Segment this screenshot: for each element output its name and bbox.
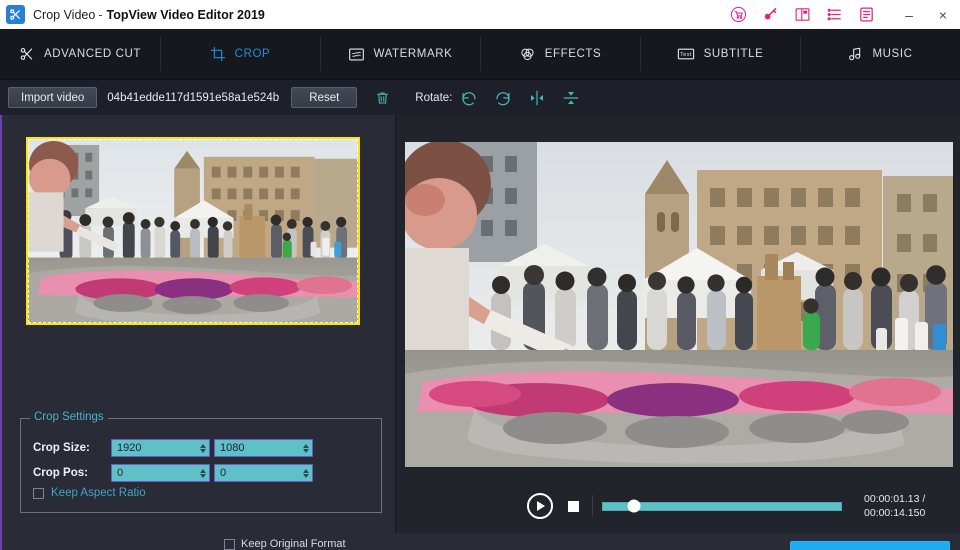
- crop-height-stepper[interactable]: [303, 440, 309, 456]
- crop-size-row: Crop Size: 1920 1080: [33, 439, 313, 457]
- tab-crop[interactable]: CROP: [160, 29, 320, 79]
- crop-icon: [210, 46, 226, 62]
- time-display: 00:00:01.13 / 00:00:14.150: [864, 492, 925, 520]
- crop-editor-panel: Crop Settings Crop Size: 1920 1080 Crop …: [0, 115, 396, 533]
- import-video-button[interactable]: Import video: [8, 87, 98, 108]
- tab-advanced-cut[interactable]: ADVANCED CUT: [0, 29, 160, 79]
- reset-button[interactable]: Reset: [291, 87, 358, 108]
- scissors-icon: [19, 46, 35, 62]
- video-frame-image: [405, 142, 953, 467]
- title-separator: -: [98, 7, 103, 22]
- tab-label: ADVANCED CUT: [43, 48, 142, 60]
- tab-subtitle[interactable]: Text SUBTITLE: [640, 29, 800, 79]
- minimize-button[interactable]: –: [892, 0, 926, 29]
- keep-aspect-ratio-label: Keep Aspect Ratio: [51, 487, 146, 499]
- key-icon[interactable]: [754, 0, 786, 29]
- crop-width-input[interactable]: 1920: [111, 439, 210, 457]
- keep-aspect-ratio-checkbox[interactable]: Keep Aspect Ratio: [33, 487, 146, 499]
- main-tab-bar: ADVANCED CUT CROP WATERMARK EFFECTS Text…: [0, 29, 960, 80]
- window-document-title: Crop Video: [33, 7, 96, 22]
- tab-label: EFFECTS: [544, 48, 602, 60]
- music-icon: [847, 46, 863, 62]
- tab-watermark[interactable]: WATERMARK: [320, 29, 480, 79]
- tab-label: WATERMARK: [373, 48, 453, 60]
- current-time: 00:00:01.13 /: [864, 493, 926, 505]
- crop-toolbar: Import video 04b41edde117d1591e58a1e524b…: [0, 80, 960, 115]
- crop-width-value: 1920: [117, 442, 142, 454]
- flip-vertical-icon[interactable]: [554, 85, 588, 111]
- tab-label: CROP: [234, 48, 271, 60]
- crop-height-value: 1080: [220, 442, 245, 454]
- title-bar-actions: – ×: [722, 0, 960, 29]
- rotate-left-icon[interactable]: [452, 85, 486, 111]
- play-icon[interactable]: [527, 493, 553, 519]
- crop-height-input[interactable]: 1080: [214, 439, 313, 457]
- svg-text:Text: Text: [680, 52, 692, 58]
- stop-icon[interactable]: [568, 500, 579, 512]
- list-icon[interactable]: [818, 0, 850, 29]
- rotate-right-icon[interactable]: [486, 85, 520, 111]
- crop-settings-group: Crop Settings Crop Size: 1920 1080 Crop …: [20, 411, 382, 513]
- thumbnail-image: [28, 139, 358, 323]
- tab-music[interactable]: MUSIC: [800, 29, 960, 79]
- crop-pos-y-input[interactable]: 0: [214, 464, 313, 482]
- crop-pos-x-input[interactable]: 0: [111, 464, 210, 482]
- keep-original-format-label: Keep Original Format: [241, 538, 346, 550]
- crop-pos-label: Crop Pos:: [33, 467, 88, 479]
- watermark-icon: [348, 47, 365, 62]
- control-divider: [592, 495, 593, 517]
- rotate-label: Rotate:: [415, 91, 453, 104]
- close-button[interactable]: ×: [926, 0, 960, 29]
- crop-position-row: Crop Pos: 0 0: [33, 464, 313, 482]
- keep-original-format-checkbox[interactable]: Keep Original Format: [224, 538, 346, 550]
- current-file-name: 04b41edde117d1591e58a1e524b: [107, 91, 280, 104]
- scissors-app-icon: [6, 5, 25, 24]
- crop-settings-legend: Crop Settings: [30, 411, 108, 423]
- subtitle-icon: Text: [677, 47, 695, 61]
- flip-horizontal-icon[interactable]: [520, 85, 554, 111]
- video-preview[interactable]: [405, 142, 953, 467]
- panel-layout-icon[interactable]: [786, 0, 818, 29]
- crop-pos-y-stepper[interactable]: [303, 465, 309, 481]
- application-window: Crop Video - TopView Video Editor 2019 –…: [0, 0, 960, 550]
- tab-label: MUSIC: [872, 48, 913, 60]
- seek-slider-handle[interactable]: [627, 499, 641, 513]
- video-preview-panel: 00:00:01.13 / 00:00:14.150: [397, 115, 960, 533]
- seek-slider[interactable]: [602, 499, 842, 513]
- checkbox-box[interactable]: [33, 487, 44, 499]
- bottom-bar: Keep Original Format: [0, 533, 960, 550]
- crop-size-label: Crop Size:: [33, 442, 90, 454]
- crop-width-stepper[interactable]: [200, 440, 206, 456]
- effects-icon: [519, 46, 536, 62]
- total-time: 00:00:14.150: [864, 507, 926, 519]
- tab-label: SUBTITLE: [703, 48, 764, 60]
- crop-preview-thumbnail[interactable]: [26, 137, 360, 325]
- crop-pos-x-value: 0: [117, 467, 124, 479]
- tab-effects[interactable]: EFFECTS: [480, 29, 640, 79]
- menu-document-icon[interactable]: [850, 0, 882, 29]
- application-name: TopView Video Editor 2019: [106, 7, 265, 22]
- trash-icon[interactable]: [371, 87, 393, 109]
- convert-button[interactable]: [790, 541, 950, 550]
- crop-pos-y-value: 0: [220, 467, 227, 479]
- title-bar: Crop Video - TopView Video Editor 2019 –…: [0, 0, 960, 29]
- crop-pos-x-stepper[interactable]: [200, 465, 206, 481]
- cart-icon[interactable]: [722, 0, 754, 29]
- checkbox-box[interactable]: [224, 538, 235, 550]
- player-controls: 00:00:01.13 / 00:00:14.150: [405, 485, 953, 527]
